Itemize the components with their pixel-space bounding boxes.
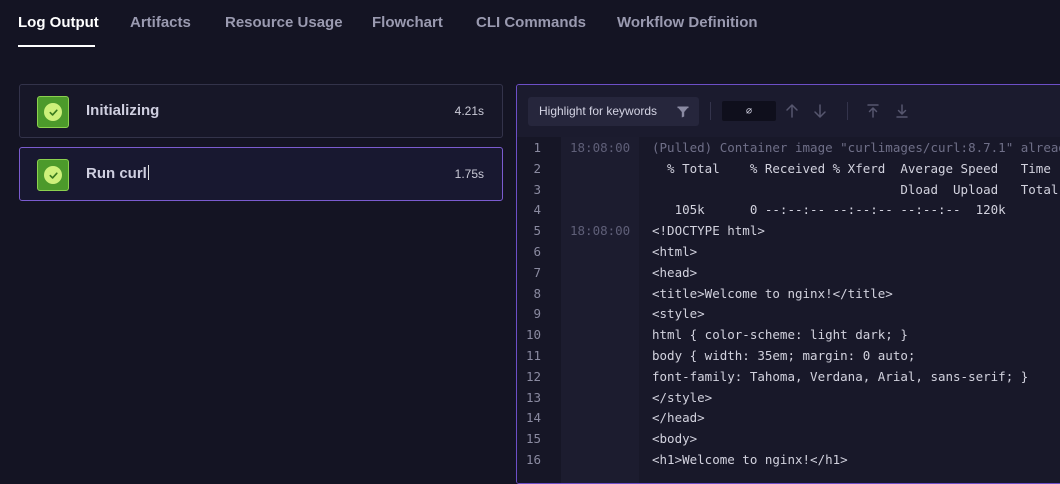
step-duration: 1.75s	[454, 167, 484, 181]
success-check-icon	[37, 96, 69, 128]
line-number: 16	[525, 452, 541, 467]
step-name: Initializing	[86, 102, 160, 119]
line-number: 9	[533, 306, 541, 322]
log-line: 6 <html>	[517, 241, 1060, 262]
tab-flowchart[interactable]: Flowchart	[372, 14, 443, 31]
log-line: 3 Dload Upload Total Spent Left Speed	[517, 179, 1060, 200]
log-text: <title>Welcome to nginx!</title>	[652, 285, 893, 301]
log-text: <head>	[652, 264, 698, 280]
log-text: Dload Upload Total Spent Left Speed	[900, 181, 1059, 197]
log-text: html { color-scheme: light dark; }	[652, 327, 908, 343]
line-number: 10	[525, 327, 541, 343]
tab-log-output[interactable]: Log Output	[18, 14, 99, 31]
active-tab-indicator	[18, 45, 95, 47]
log-text: <style>	[652, 306, 705, 322]
log-line: 12 font-family: Tahoma, Verdana, Arial, s…	[517, 366, 1060, 387]
log-line: 7 <head>	[517, 262, 1060, 283]
arrow-down-icon[interactable]	[811, 102, 829, 120]
line-number: 8	[533, 285, 541, 301]
line-number: 12	[525, 368, 541, 384]
scroll-to-bottom-icon[interactable]	[893, 102, 911, 120]
step-initializing[interactable]: Initializing 4.21s	[19, 84, 503, 138]
filter-icon	[677, 105, 689, 123]
log-timestamp: 18:08:00	[570, 140, 631, 155]
step-duration: 4.21s	[454, 104, 484, 118]
log-text: 105k 0 --:--:-- --:--:-- --:--:-- 120k	[652, 202, 1006, 218]
highlight-keywords-button[interactable]: Highlight for keywords	[528, 97, 699, 126]
log-text: </style>	[652, 389, 713, 405]
line-number: 15	[525, 431, 541, 447]
tab-cli-commands[interactable]: CLI Commands	[476, 14, 586, 31]
log-text: % Total % Received % Xferd Average Speed…	[667, 160, 1051, 176]
log-text: </head>	[652, 410, 705, 426]
text-cursor	[147, 165, 149, 180]
log-text: <h1>Welcome to nginx!</h1>	[652, 452, 848, 467]
highlight-keywords-label: Highlight for keywords	[539, 104, 658, 118]
log-line: 10 html { color-scheme: light dark; }	[517, 324, 1060, 345]
log-text: (Pulled) Container image "curlimages/cur…	[652, 140, 1060, 155]
line-number: 3	[533, 181, 541, 197]
log-line: 15 <body>	[517, 428, 1060, 449]
toolbar-divider	[847, 102, 848, 120]
success-check-icon	[37, 159, 69, 191]
line-number: 14	[525, 410, 541, 426]
log-line: 14 </head>	[517, 407, 1060, 428]
line-number: 2	[533, 160, 541, 176]
log-line: 13 </style>	[517, 387, 1060, 408]
line-number: 5	[533, 223, 541, 239]
log-body: 1 18:08:00 (Pulled) Container image "curli…	[517, 137, 1060, 483]
tab-bar: Log Output Artifacts Resource Usage Flow…	[0, 0, 1060, 48]
log-line: 5 18:08:00 <!DOCTYPE html>	[517, 220, 1060, 241]
log-text: <!DOCTYPE html>	[652, 223, 765, 239]
line-number: 13	[525, 389, 541, 405]
log-line: 4 105k 0 --:--:-- --:--:-- --:--:-- 120k	[517, 199, 1060, 220]
tab-workflow-definition[interactable]: Workflow Definition	[617, 14, 758, 31]
line-number: 7	[533, 264, 541, 280]
tab-resource-usage[interactable]: Resource Usage	[225, 14, 343, 31]
line-number: 1	[533, 140, 541, 155]
step-name: Run curl	[86, 165, 149, 182]
log-line: 9 <style>	[517, 303, 1060, 324]
log-timestamp: 18:08:00	[570, 223, 631, 239]
log-search-input[interactable]	[722, 101, 776, 121]
toolbar-divider	[710, 102, 711, 120]
line-number: 6	[533, 244, 541, 259]
scroll-to-top-icon[interactable]	[864, 102, 882, 120]
line-number: 4	[533, 202, 541, 218]
step-run-curl[interactable]: Run curl 1.75s	[19, 147, 503, 201]
tab-artifacts[interactable]: Artifacts	[130, 14, 191, 31]
log-line: 8 <title>Welcome to nginx!</title>	[517, 283, 1060, 304]
log-line: 11 body { width: 35em; margin: 0 auto;	[517, 345, 1060, 366]
log-text: font-family: Tahoma, Verdana, Arial, san…	[652, 368, 1029, 384]
log-text: body { width: 35em; margin: 0 auto;	[652, 348, 916, 363]
line-number: 11	[525, 348, 541, 363]
log-toolbar: Highlight for keywords	[517, 85, 1060, 137]
arrow-up-icon[interactable]	[783, 102, 801, 120]
log-panel: Highlight for keywords 1 18:08:00 (Pulled)…	[516, 84, 1060, 484]
log-line: 16 <h1>Welcome to nginx!</h1>	[517, 449, 1060, 470]
log-text: <body>	[652, 431, 698, 447]
log-text: <html>	[652, 244, 698, 259]
log-line: 1 18:08:00 (Pulled) Container image "curli…	[517, 137, 1060, 158]
log-line: 2 % Total % Received % Xferd Average Spe…	[517, 158, 1060, 179]
